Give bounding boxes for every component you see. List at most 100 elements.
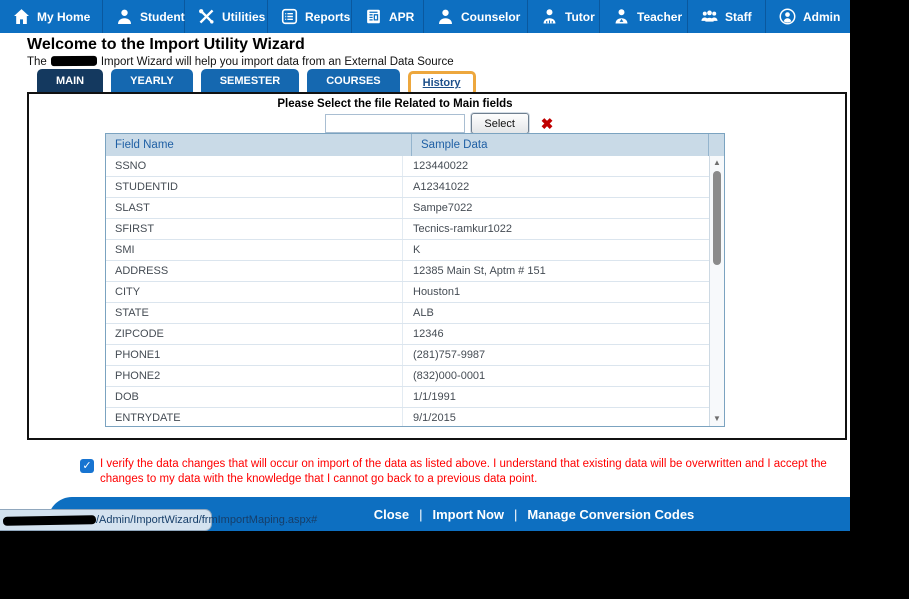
sample-data-cell: Tecnics-ramkur1022 [402, 219, 709, 239]
verification-section: ✓ I verify the data changes that will oc… [80, 457, 835, 486]
status-bar-url: /Admin/ImportWizard/frmImportMaping.aspx… [0, 509, 317, 531]
file-path-input[interactable] [324, 114, 465, 133]
redaction-box [50, 55, 97, 67]
table-row: CITY Houston1 [106, 282, 724, 303]
sample-data-cell: Sampe7022 [402, 198, 709, 218]
subtitle-suffix: Import Wizard will help you import data … [100, 56, 454, 69]
scrollbar-thumb[interactable] [713, 171, 721, 265]
table-row: STUDENTID A12341022 [106, 177, 724, 198]
file-select-prompt: Please Select the file Related to Main f… [277, 98, 513, 110]
reports-icon [281, 8, 298, 25]
nav-label: Teacher [637, 9, 683, 24]
utilities-icon [199, 9, 214, 24]
field-name-cell: ADDRESS [115, 265, 169, 277]
student-icon [118, 9, 131, 24]
close-button[interactable]: Close [374, 507, 409, 522]
wizard-content-panel: Please Select the file Related to Main f… [27, 92, 847, 440]
field-name-cell: SFIRST [115, 223, 155, 235]
page-subtitle: The Import Wizard will help you import da… [27, 55, 454, 69]
field-name-cell: DOB [115, 391, 139, 403]
teacher-icon [615, 9, 628, 24]
wizard-tabs: MAIN YEARLY SEMESTER COURSES History [37, 69, 476, 96]
nav-item-apr[interactable]: APR [352, 0, 424, 33]
table-row: STATE ALB [106, 303, 724, 324]
field-name-cell: PHONE1 [115, 349, 161, 361]
nav-label: Student [140, 9, 185, 24]
sample-data-cell: K [402, 240, 709, 260]
scroll-down-icon[interactable]: ▼ [710, 414, 724, 424]
nav-item-tutor[interactable]: Tutor [528, 0, 600, 33]
nav-label: APR [389, 9, 415, 24]
sample-data-cell: 9/1/2015 [402, 408, 709, 426]
footer-separator: | [419, 506, 423, 522]
table-row: SMI K [106, 240, 724, 261]
subtitle-prefix: The [27, 56, 47, 69]
field-name-cell: STUDENTID [115, 181, 178, 193]
clear-file-icon[interactable]: ✖ [541, 115, 554, 133]
tab-yearly[interactable]: YEARLY [111, 69, 193, 93]
table-row: ZIPCODE 12346 [106, 324, 724, 345]
scrollbar-header-spacer [708, 134, 724, 156]
sample-data-cell: 1/1/1991 [402, 387, 709, 407]
select-file-button[interactable]: Select [470, 113, 529, 134]
field-name-cell: STATE [115, 307, 149, 319]
nav-label: Counselor [461, 9, 521, 24]
table-row: SSNO 123440022 [106, 156, 724, 177]
home-icon [14, 9, 29, 24]
tab-courses[interactable]: COURSES [307, 69, 400, 93]
sample-data-cell: ALB [402, 303, 709, 323]
field-name-cell: SSNO [115, 160, 147, 172]
nav-item-counselor[interactable]: Counselor [424, 0, 528, 33]
table-header-row: Field Name Sample Data [106, 134, 724, 156]
tab-main[interactable]: MAIN [37, 69, 104, 93]
top-navigation-bar: My Home Student Utilities Reports APR Co… [0, 0, 850, 33]
sample-data-cell: 12385 Main St, Aptm # 151 [402, 261, 709, 281]
sample-data-cell: A12341022 [402, 177, 709, 197]
nav-item-reports[interactable]: Reports [268, 0, 352, 33]
table-row: SFIRST Tecnics-ramkur1022 [106, 219, 724, 240]
manage-conversion-codes-button[interactable]: Manage Conversion Codes [527, 507, 694, 522]
status-url-path: /Admin/ImportWizard/frmImportMaping.aspx… [96, 514, 318, 526]
column-header-field-name: Field Name [115, 139, 174, 151]
nav-item-staff[interactable]: Staff [688, 0, 766, 33]
verify-statement: I verify the data changes that will occu… [100, 458, 827, 485]
admin-icon [779, 8, 796, 25]
table-row: PHONE2 (832)000-0001 [106, 366, 724, 387]
table-row: ENTRYDATE 9/1/2015 [106, 408, 724, 426]
sample-data-cell: (832)000-0001 [402, 366, 709, 386]
field-name-cell: ZIPCODE [115, 328, 164, 340]
nav-item-admin[interactable]: Admin [766, 0, 850, 33]
table-row: SLAST Sampe7022 [106, 198, 724, 219]
field-name-cell: PHONE2 [115, 370, 161, 382]
import-now-button[interactable]: Import Now [433, 507, 505, 522]
staff-icon [701, 10, 718, 22]
scroll-up-icon[interactable]: ▲ [710, 158, 724, 168]
nav-label: Reports [305, 9, 351, 24]
column-header-sample-data: Sample Data [411, 134, 708, 156]
footer-links: Close | Import Now | Manage Conversion C… [374, 507, 695, 522]
app-page: My Home Student Utilities Reports APR Co… [0, 0, 850, 531]
nav-item-utilities[interactable]: Utilities [185, 0, 268, 33]
tutor-icon [543, 9, 556, 24]
tab-semester[interactable]: SEMESTER [200, 69, 300, 93]
sample-data-cell: (281)757-9987 [402, 345, 709, 365]
redaction-box [2, 514, 97, 526]
table-row: PHONE1 (281)757-9987 [106, 345, 724, 366]
footer-separator: | [514, 506, 518, 522]
field-name-cell: SLAST [115, 202, 150, 214]
nav-label: Tutor [565, 9, 595, 24]
nav-item-teacher[interactable]: Teacher [600, 0, 688, 33]
table-scrollbar[interactable]: ▲ ▼ [709, 156, 724, 426]
table-row: ADDRESS 12385 Main St, Aptm # 151 [106, 261, 724, 282]
nav-item-my-home[interactable]: My Home [0, 0, 103, 33]
verify-checkbox[interactable]: ✓ [80, 459, 94, 473]
table-row: DOB 1/1/1991 [106, 387, 724, 408]
file-select-row: Select ✖ [129, 113, 749, 134]
sample-data-cell: 12346 [402, 324, 709, 344]
nav-item-student[interactable]: Student [103, 0, 185, 33]
field-name-cell: CITY [115, 286, 141, 298]
nav-label: My Home [37, 9, 91, 24]
page-title: Welcome to the Import Utility Wizard [27, 36, 305, 53]
counselor-icon [439, 9, 452, 24]
field-mapping-table: Field Name Sample Data SSNO 123440022 STU… [105, 133, 725, 427]
